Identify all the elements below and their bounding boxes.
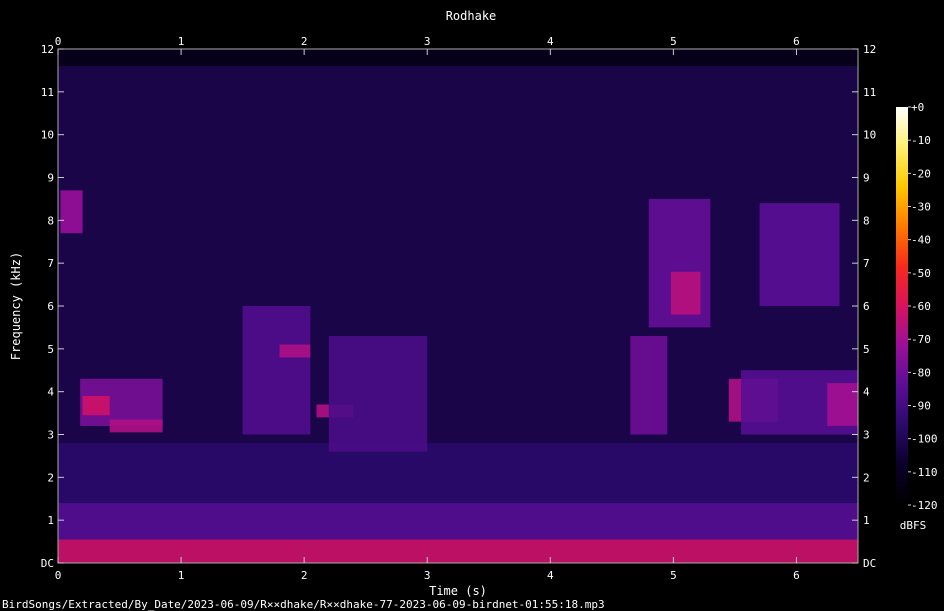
energy-region bbox=[58, 503, 858, 540]
energy-region bbox=[60, 190, 83, 234]
colorbar-gradient bbox=[896, 107, 908, 505]
colorbar-tick-label: -40 bbox=[911, 234, 931, 247]
y-tick-label-left: 4 bbox=[47, 386, 54, 399]
energy-region bbox=[328, 335, 428, 452]
y-tick-label-right: 3 bbox=[863, 429, 870, 442]
chart-title: Rodhake bbox=[446, 9, 497, 23]
colorbar-tick-label: -100 bbox=[911, 433, 938, 446]
x-axis-label: Time (s) bbox=[429, 584, 487, 598]
spectrogram-plot-area bbox=[57, 48, 859, 564]
x-tick-label-top: 4 bbox=[547, 35, 554, 48]
x-tick-label-bottom: 2 bbox=[301, 569, 308, 582]
energy-region bbox=[630, 335, 668, 435]
y-tick-label-left: 8 bbox=[47, 214, 54, 227]
y-tick-label-right: 10 bbox=[863, 129, 876, 142]
y-tick-label-right: 7 bbox=[863, 257, 870, 270]
y-tick-label-left: DC bbox=[41, 557, 54, 570]
y-tick-label-left: 9 bbox=[47, 172, 54, 185]
energy-region bbox=[58, 539, 858, 563]
colorbar-tick-label: -70 bbox=[911, 333, 931, 346]
y-axis-label: Frequency (kHz) bbox=[9, 252, 23, 360]
x-tick-label-top: 6 bbox=[793, 35, 800, 48]
energy-region bbox=[242, 306, 311, 435]
y-tick-label-left: 3 bbox=[47, 429, 54, 442]
x-tick-label-bottom: 6 bbox=[793, 569, 800, 582]
x-tick-label-top: 0 bbox=[55, 35, 62, 48]
y-tick-label-right: DC bbox=[863, 557, 876, 570]
y-tick-label-left: 10 bbox=[41, 129, 54, 142]
colorbar-tick-label: -120 bbox=[911, 499, 938, 512]
colorbar-label: dBFS bbox=[900, 519, 927, 532]
y-tick-label-right: 2 bbox=[863, 471, 870, 484]
y-tick-label-right: 11 bbox=[863, 86, 876, 99]
energy-region bbox=[109, 419, 163, 433]
x-tick-label-top: 3 bbox=[424, 35, 431, 48]
colorbar-tick-label: -10 bbox=[911, 134, 931, 147]
x-tick-label-top: 1 bbox=[178, 35, 185, 48]
colorbar-tick-label: -20 bbox=[911, 167, 931, 180]
colorbar-tick-label: -30 bbox=[911, 201, 931, 214]
energy-region bbox=[82, 395, 110, 416]
colorbar-tick-label: -110 bbox=[911, 466, 938, 479]
x-tick-label-bottom: 4 bbox=[547, 569, 554, 582]
colorbar-tick-label: -90 bbox=[911, 400, 931, 413]
colorbar-ticks: +0 -10 -20 -30 -40 -50 -60 -70 -80 -90 -100 -110 -12… bbox=[908, 101, 938, 512]
colorbar-tick-label: -80 bbox=[911, 366, 931, 379]
y-tick-label-left: 12 bbox=[41, 43, 54, 56]
x-tick-label-bottom: 3 bbox=[424, 569, 431, 582]
y-tick-label-right: 1 bbox=[863, 514, 870, 527]
energy-region bbox=[670, 271, 701, 315]
x-tick-label-top: 5 bbox=[670, 35, 677, 48]
source-file-path: BirdSongs/Extracted/By_Date/2023-06-09/R… bbox=[2, 598, 605, 611]
energy-region bbox=[827, 383, 858, 426]
colorbar-tick-label: +0 bbox=[911, 101, 924, 114]
y-tick-label-right: 8 bbox=[863, 214, 870, 227]
colorbar-tick-label: -50 bbox=[911, 267, 931, 280]
spectrogram-figure: Rodhake 00112233445566DC DC1 12 23 34 45 56 67 7… bbox=[2, 9, 938, 611]
spectrogram-heatmap bbox=[58, 66, 858, 563]
y-tick-label-left: 2 bbox=[47, 471, 54, 484]
y-tick-label-right: 4 bbox=[863, 386, 870, 399]
y-tick-label-left: 5 bbox=[47, 343, 54, 356]
x-tick-label-bottom: 0 bbox=[55, 569, 62, 582]
energy-region bbox=[58, 443, 858, 504]
x-tick-label-bottom: 1 bbox=[178, 569, 185, 582]
y-tick-label-right: 12 bbox=[863, 43, 876, 56]
x-tick-label-bottom: 5 bbox=[670, 569, 677, 582]
energy-region bbox=[759, 203, 840, 306]
y-tick-label-right: 6 bbox=[863, 300, 870, 313]
colorbar-tick-label: -60 bbox=[911, 300, 931, 313]
y-tick-label-right: 9 bbox=[863, 172, 870, 185]
energy-region bbox=[279, 344, 311, 358]
y-tick-label-left: 11 bbox=[41, 86, 54, 99]
x-tick-label-top: 2 bbox=[301, 35, 308, 48]
y-tick-label-left: 1 bbox=[47, 514, 54, 527]
colorbar: +0 -10 -20 -30 -40 -50 -60 -70 -80 -90 -100 -110 -12… bbox=[896, 101, 938, 532]
y-tick-label-left: 6 bbox=[47, 300, 54, 313]
y-tick-label-right: 5 bbox=[863, 343, 870, 356]
y-tick-label-left: 7 bbox=[47, 257, 54, 270]
